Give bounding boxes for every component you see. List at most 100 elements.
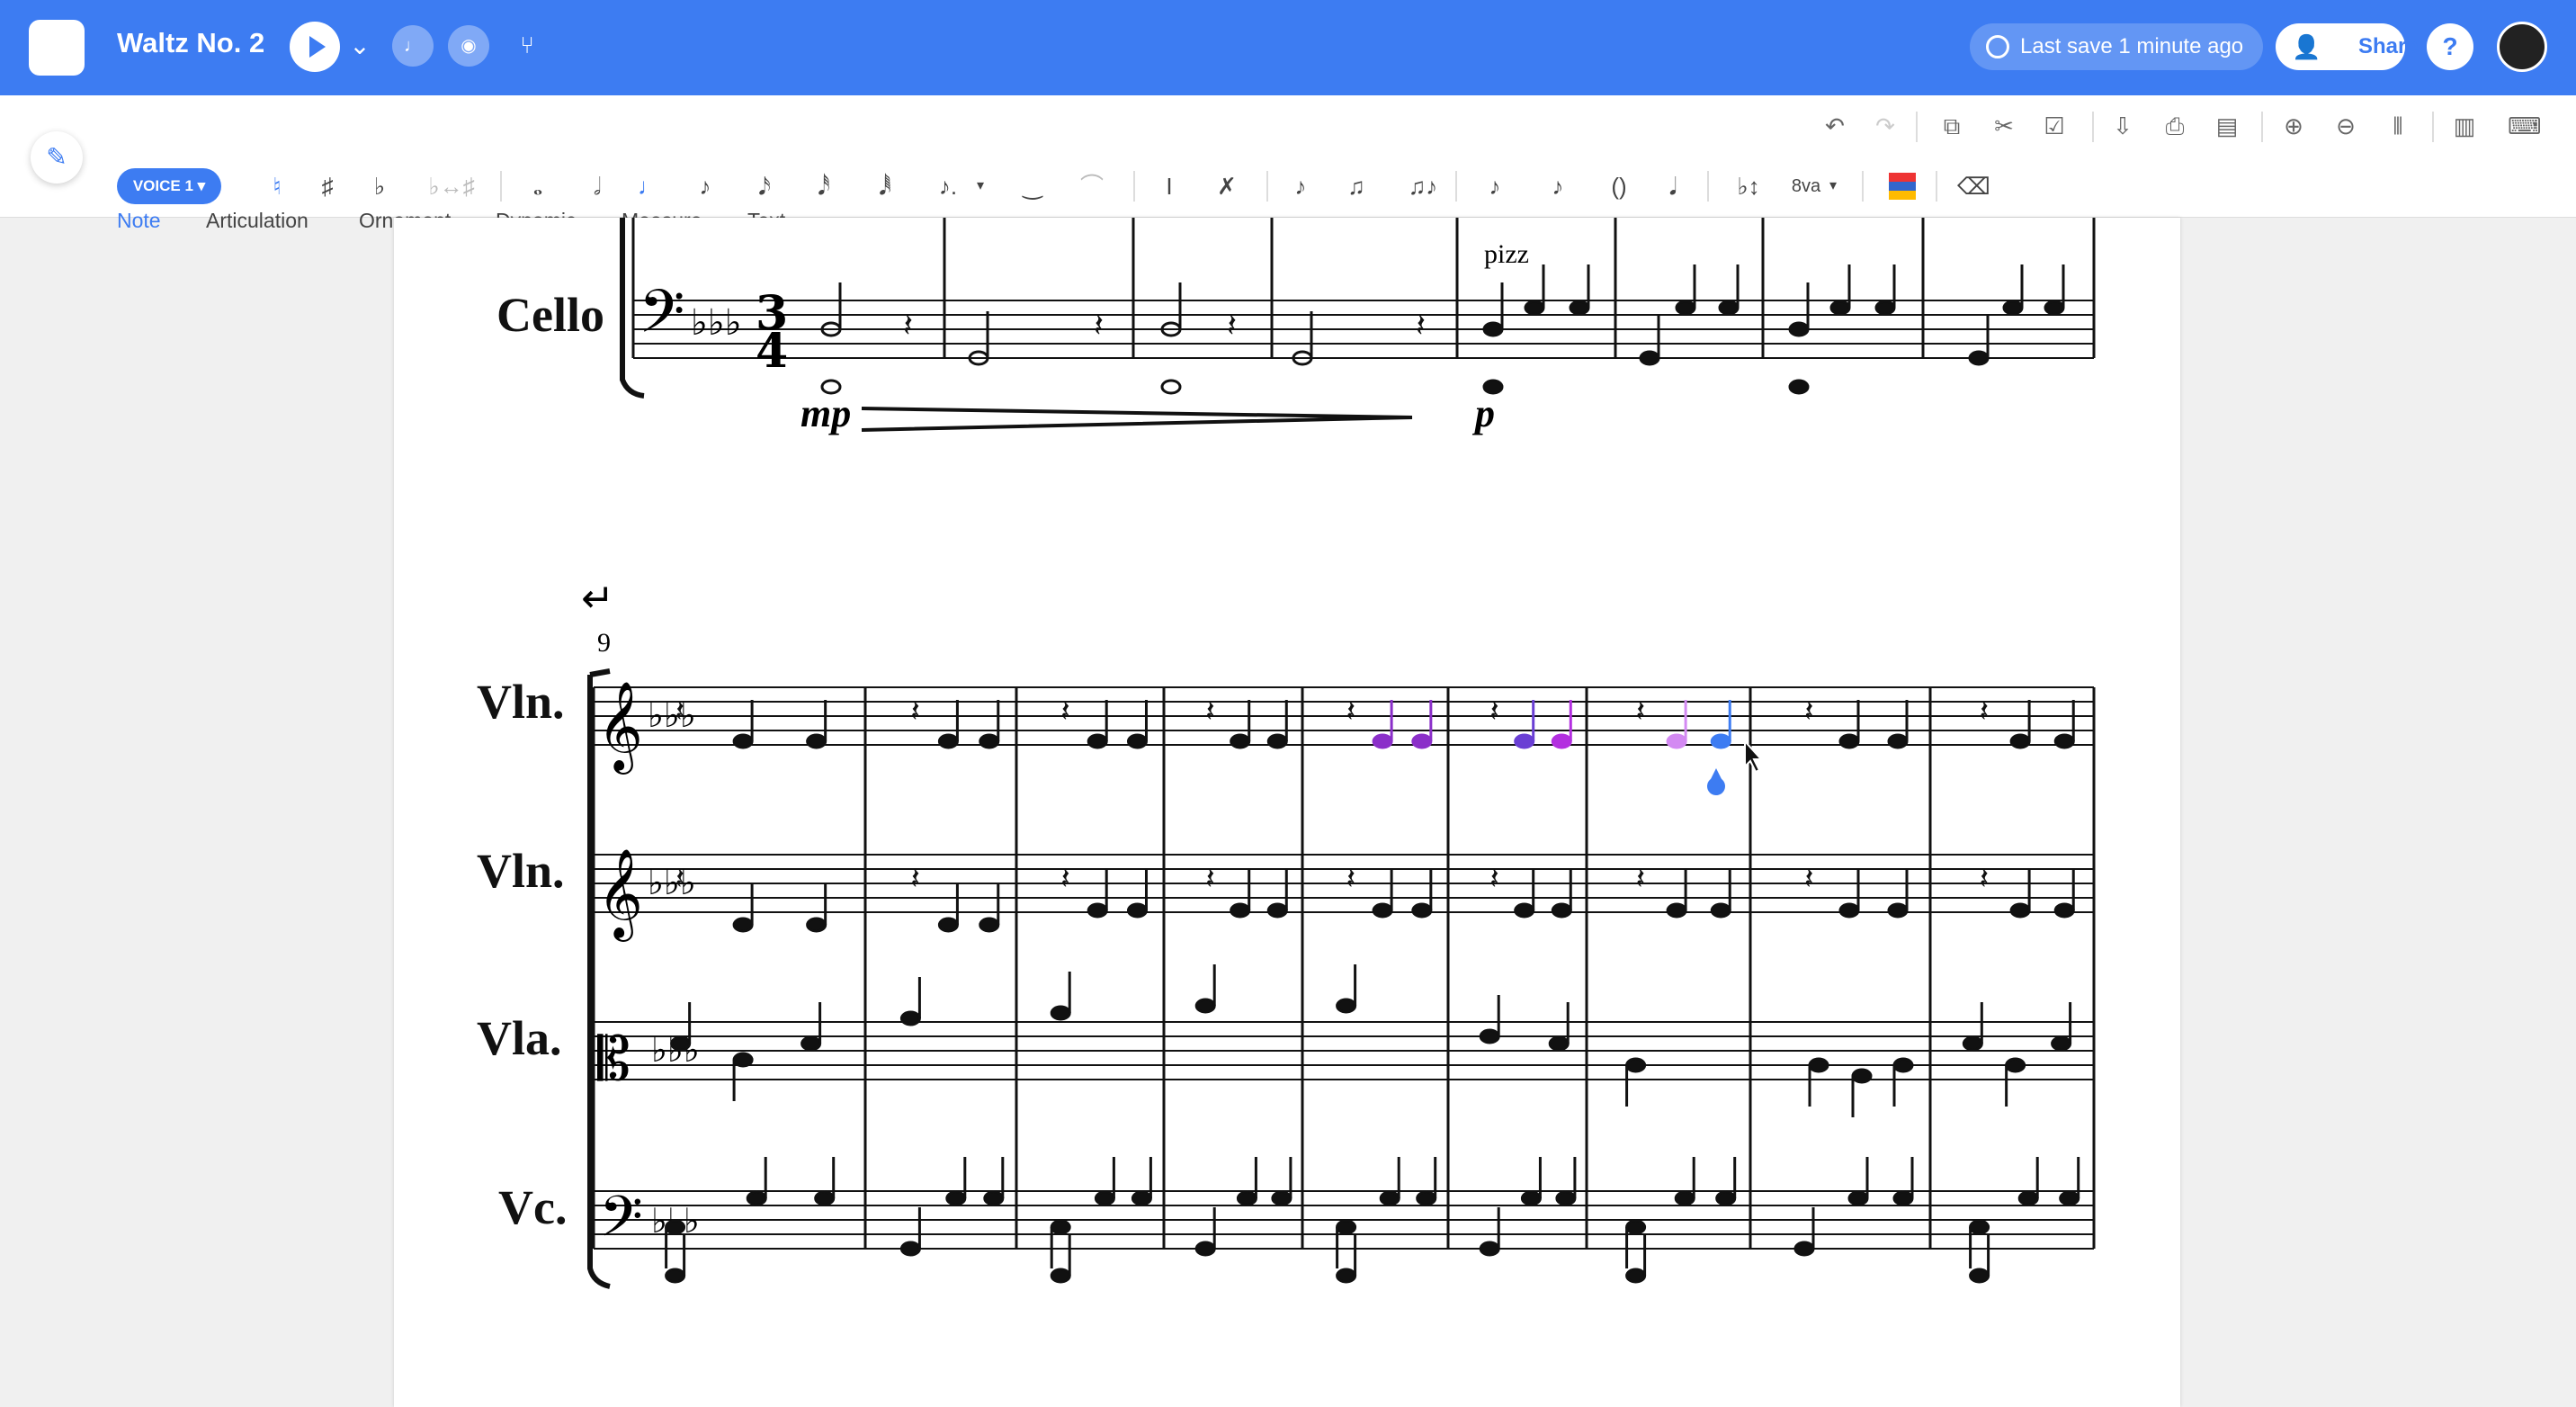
note-head[interactable] [1336,998,1357,1014]
note-head[interactable] [1808,1057,1829,1073]
keyboard-icon[interactable]: ⌨ [2508,110,2542,142]
note-head[interactable] [1892,1057,1914,1073]
quarter-rest[interactable]: 𝄽 [910,862,919,896]
quarter-rest[interactable]: 𝄽 [1060,862,1069,896]
pizz-marking[interactable]: pizz [1484,239,1529,269]
octave-icon[interactable]: 8va [1788,169,1824,203]
note-head[interactable] [1710,902,1731,919]
note-head[interactable] [1969,1268,1990,1284]
note-head[interactable] [1266,902,1288,919]
note-head[interactable] [814,1190,836,1206]
note-head[interactable] [2009,902,2031,919]
sixteenth-note-icon[interactable]: 𝅘𝅥𝅯 [748,169,781,203]
note-head[interactable] [1126,733,1148,749]
note-head[interactable] [1851,1068,1873,1084]
note-head[interactable] [1087,902,1108,919]
note-head[interactable] [1087,733,1108,749]
note-head[interactable] [1416,1190,1437,1206]
note-head[interactable] [1551,733,1572,749]
note-head[interactable] [1793,1241,1815,1257]
chevron-down-icon[interactable]: ▾ [1826,169,1840,203]
note-head[interactable] [746,1190,767,1206]
print-icon[interactable]: ⎙ [2159,110,2191,142]
note-head[interactable] [1715,1190,1737,1206]
system-break-icon[interactable]: ↵ [581,576,614,622]
help-button[interactable]: ? [2427,23,2473,70]
note-head[interactable] [806,917,827,933]
note-head[interactable] [1379,1190,1400,1206]
tab-note[interactable]: Note [117,209,161,233]
note-head[interactable] [1847,1190,1869,1206]
note-head[interactable] [1625,1057,1647,1073]
eighth-note-icon[interactable]: ♪ [689,169,721,203]
quarter-rest[interactable]: 𝄽 [675,695,684,729]
flat-icon[interactable]: ♭ [363,169,396,203]
quarter-rest[interactable]: 𝄽 [1804,862,1813,896]
stem-direction-icon[interactable]: 𝅘𝅥 [1657,169,1689,203]
note-head[interactable] [1548,1035,1570,1052]
note-head[interactable] [1126,902,1148,919]
cello-staff[interactable]: Cello 𝄢 ♭♭♭ 3 4 𝄽 𝄽 𝄽 𝄽 pizz mp p [496,218,2096,435]
note-head[interactable] [670,1035,692,1052]
speaker-icon[interactable]: ◉ [448,25,489,67]
note-head[interactable] [899,1241,921,1257]
cue-note-icon[interactable]: ♪ [1542,169,1574,203]
note-head[interactable] [1271,1190,1292,1206]
sharp-icon[interactable]: ♯ [311,169,344,203]
note-head[interactable] [983,1190,1005,1206]
duplicate-icon[interactable]: ⧉ [1936,110,1968,142]
dotted-note-icon[interactable]: ♪. [932,169,964,203]
note-head[interactable] [1230,733,1251,749]
note-head[interactable] [665,1219,686,1235]
quarter-rest[interactable]: 𝄽 [1636,695,1645,729]
note-head[interactable] [806,733,827,749]
scissors-icon[interactable]: ✂ [1988,110,2020,142]
note-head[interactable] [2009,733,2031,749]
note-head[interactable] [1230,902,1251,919]
note-head[interactable] [1479,1241,1500,1257]
note-head[interactable] [1555,1190,1577,1206]
note-head[interactable] [979,733,1000,749]
note-head[interactable] [1710,733,1731,749]
note-head[interactable] [1962,1035,1983,1052]
note-head[interactable] [1479,1028,1500,1044]
quarter-rest[interactable]: 𝄽 [1205,862,1214,896]
note-head[interactable] [1194,1241,1216,1257]
note-head[interactable] [1411,733,1433,749]
grace-note-icon[interactable]: ♪ [1284,169,1317,203]
check-icon[interactable]: ☑ [2038,110,2071,142]
play-button[interactable] [290,22,340,72]
note-head[interactable] [1666,733,1687,749]
note-head[interactable] [2017,1190,2039,1206]
note-head[interactable] [1050,1219,1071,1235]
chevron-down-icon[interactable]: ▾ [973,169,988,203]
erase-icon[interactable]: ⌫ [1957,169,1990,203]
tab-articulation[interactable]: Articulation [206,209,309,233]
note-head[interactable] [1666,902,1687,919]
note-head[interactable] [899,1010,921,1026]
enharmonic-icon[interactable]: ♭↔♯ [423,169,480,203]
slur-icon[interactable]: ⌒ [1076,169,1108,203]
note-head[interactable] [1131,1190,1152,1206]
note-head[interactable] [1050,1005,1071,1021]
note-head[interactable] [665,1268,686,1284]
note-head[interactable] [937,917,959,933]
quarter-rest[interactable]: 𝄽 [675,862,684,896]
redo-icon[interactable]: ↷ [1869,110,1901,142]
quarter-rest[interactable]: 𝄽 [910,695,919,729]
note-head[interactable] [979,917,1000,933]
instrument-panel-icon[interactable]: ▥ [2448,110,2481,142]
color-palette-icon[interactable] [1889,173,1916,200]
system-2[interactable]: ↵ 9 Vln. Vln. Vla. Vc. 𝄞 ♭♭♭ 𝄞 ♭♭♭ 𝄡 𝄢 𝄽… [477,576,2096,1289]
feather-icon[interactable]: ✎ [31,131,83,184]
note-head[interactable] [1887,902,1909,919]
voice-selector[interactable]: VOICE 1 ▾ [117,168,221,204]
score-title[interactable]: Waltz No. 2 [117,27,264,59]
note-head[interactable] [1336,1268,1357,1284]
note-head[interactable] [1372,902,1393,919]
note-head[interactable] [1094,1190,1115,1206]
note-head[interactable] [1551,902,1572,919]
quarter-rest[interactable]: 𝄽 [1804,695,1813,729]
zoom-out-icon[interactable]: ⊖ [2330,110,2362,142]
quarter-rest[interactable]: 𝄽 [1980,695,1989,729]
